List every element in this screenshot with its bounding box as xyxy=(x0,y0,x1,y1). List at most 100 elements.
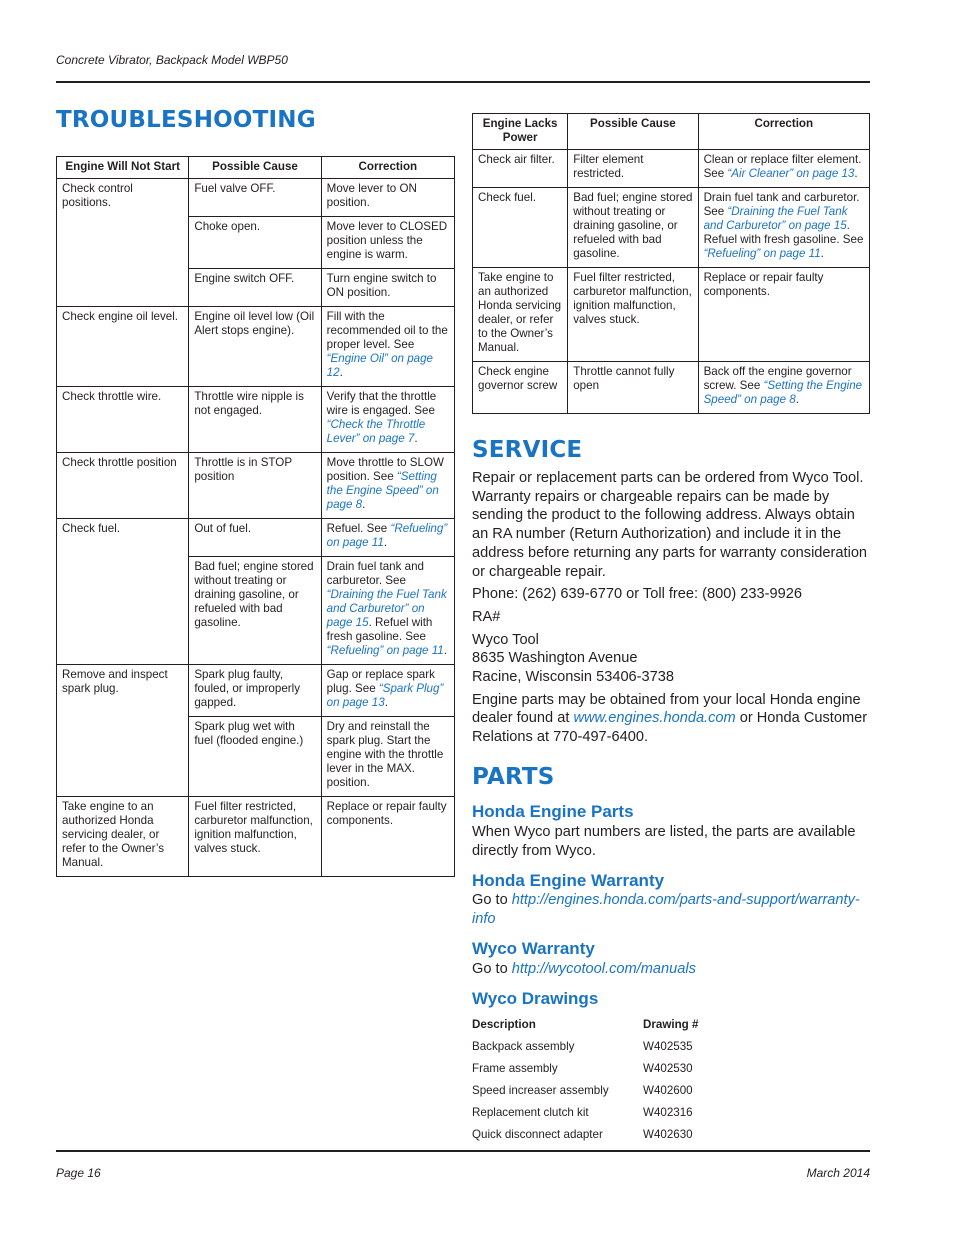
correction-cell: Verify that the throttle wire is engaged… xyxy=(320,386,456,453)
correction-text: . xyxy=(414,432,418,445)
cross-reference-link[interactable]: “Air Cleaner” on page 13 xyxy=(727,167,854,180)
cause-cell: Fuel valve OFF. xyxy=(188,178,322,217)
cause-cell: Out of fuel. xyxy=(188,518,322,557)
table-row: Remove and inspect spark plug. Spark plu… xyxy=(55,664,456,797)
service-honda-dealer: Engine parts may be obtained from your l… xyxy=(472,691,872,747)
service-address: Wyco Tool 8635 Washington Avenue Racine,… xyxy=(472,631,872,687)
correction-text: . xyxy=(820,247,824,260)
troubleshooting-heading: TROUBLESHOOTING xyxy=(56,107,316,133)
column-header: Engine Lacks Power xyxy=(471,113,569,150)
cause-cell: Spark plug wet with fuel (flooded engine… xyxy=(188,716,322,797)
honda-engine-parts-heading: Honda Engine Parts xyxy=(472,802,634,821)
column-header: Possible Cause xyxy=(188,156,322,179)
cross-reference-link[interactable]: “Refueling” on page 11 xyxy=(704,247,821,260)
table-header-row: Engine Lacks Power Possible Cause Correc… xyxy=(471,113,871,150)
cause-cell: Throttle cannot fully open xyxy=(567,361,699,414)
cause-cell: Filter element restricted. xyxy=(567,149,699,188)
cause-cell: Fuel filter restricted, carburetor malfu… xyxy=(567,267,699,362)
correction-cell: Clean or replace filter element. See “Ai… xyxy=(697,149,871,188)
correction-text: . xyxy=(383,536,388,549)
check-cell: Check fuel. xyxy=(471,187,569,268)
cross-reference-link[interactable]: “Check the Throttle Lever” on page 7 xyxy=(327,418,426,445)
cause-cell: Bad fuel; engine stored without treating… xyxy=(567,187,699,268)
address-line: Wyco Tool xyxy=(472,631,539,648)
drawing-description: Speed increaser assembly xyxy=(472,1083,609,1097)
table-row: Check control positions. Fuel valve OFF.… xyxy=(55,178,456,307)
drawing-description: Frame assembly xyxy=(472,1061,558,1075)
table-row: Check air filter. Filter element restric… xyxy=(471,149,871,188)
table-row: Take engine to an authorized Honda servi… xyxy=(471,267,871,362)
address-line: 8635 Washington Avenue xyxy=(472,650,638,667)
cause-cell: Throttle wire nipple is not engaged. xyxy=(188,386,322,453)
honda-website-link[interactable]: www.engines.honda.com xyxy=(573,710,735,726)
cause-cell: Engine switch OFF. xyxy=(188,268,322,307)
wyco-drawings-table: Description Drawing # Backpack assembly W… xyxy=(472,1013,698,1145)
page-number: Page 16 xyxy=(56,1166,101,1180)
correction-cell: Move lever to CLOSED position unless the… xyxy=(320,216,456,269)
parts-heading: PARTS xyxy=(472,764,555,790)
correction-text: Drain fuel tank and carburetor. See xyxy=(326,560,424,587)
table-row: Check engine oil level. Engine oil level… xyxy=(55,306,456,387)
publication-date: March 2014 xyxy=(806,1166,870,1180)
correction-cell: Turn engine switch to ON position. xyxy=(320,268,456,307)
drawing-description: Replacement clutch kit xyxy=(472,1105,589,1119)
column-header: Drawing # xyxy=(643,1017,699,1031)
correction-cell: Dry and reinstall the spark plug. Start … xyxy=(320,716,456,797)
cross-reference-link[interactable]: “Refueling” on page 11 xyxy=(327,644,444,657)
service-body: Repair or replacement parts can be order… xyxy=(472,469,872,747)
drawing-number: W402316 xyxy=(643,1105,693,1119)
check-cell: Check throttle position xyxy=(55,452,190,519)
engine-will-not-start-table: Engine Will Not Start Possible Cause Cor… xyxy=(55,156,456,877)
check-cell: Remove and inspect spark plug. xyxy=(55,664,190,797)
check-cell: Check control positions. xyxy=(55,178,190,307)
footer-divider xyxy=(56,1150,870,1152)
check-cell: Take engine to an authorized Honda servi… xyxy=(55,796,190,877)
cause-cell: Throttle is in STOP position xyxy=(188,452,322,519)
check-cell: Check throttle wire. xyxy=(55,386,190,453)
running-header-title: Concrete Vibrator, Backpack Model WBP50 xyxy=(56,53,288,67)
correction-text: . xyxy=(384,696,388,709)
table-row: Speed increaser assembly W402600 xyxy=(472,1079,698,1101)
check-cell: Check engine oil level. xyxy=(55,306,190,387)
correction-cell: Gap or replace spark plug. See “Spark Pl… xyxy=(320,664,456,717)
correction-text: . xyxy=(362,498,366,511)
drawing-number: W402530 xyxy=(643,1061,693,1075)
table-header-row: Engine Will Not Start Possible Cause Cor… xyxy=(55,156,456,179)
drawing-description: Backpack assembly xyxy=(472,1039,575,1053)
table-row: Check throttle position Throttle is in S… xyxy=(55,452,456,519)
correction-text: . xyxy=(443,644,447,657)
correction-cell: Refuel. See “Refueling” on page 11. xyxy=(320,518,456,557)
correction-cell: Drain fuel tank and carburetor. See “Dra… xyxy=(697,187,871,268)
drawing-description: Quick disconnect adapter xyxy=(472,1127,603,1141)
column-header: Description xyxy=(472,1017,536,1031)
check-cell: Check engine governor screw xyxy=(471,361,569,414)
correction-text: Fill with the recommended oil to the pro… xyxy=(326,310,448,351)
correction-text: . xyxy=(854,167,858,180)
honda-engine-warranty-heading: Honda Engine Warranty xyxy=(472,871,665,890)
wyco-manuals-link[interactable]: http://wycotool.com/manuals xyxy=(512,961,696,977)
service-ra-number: RA# xyxy=(472,608,501,625)
correction-text: Verify that the throttle wire is engaged… xyxy=(326,390,437,417)
service-heading: SERVICE xyxy=(472,437,583,463)
table-row: Backpack assembly W402535 xyxy=(472,1035,698,1057)
column-header: Engine Will Not Start xyxy=(55,156,190,179)
correction-cell: Drain fuel tank and carburetor. See “Dra… xyxy=(320,556,456,665)
service-intro: Repair or replacement parts can be order… xyxy=(472,470,868,580)
drawing-number: W402535 xyxy=(643,1039,693,1053)
correction-cell: Fill with the recommended oil to the pro… xyxy=(320,306,456,387)
table-row: Check fuel. Out of fuel. Refuel. See “Re… xyxy=(55,518,456,665)
engine-lacks-power-table: Engine Lacks Power Possible Cause Correc… xyxy=(471,113,871,414)
table-row: Quick disconnect adapter W402630 xyxy=(472,1123,698,1145)
table-row: Replacement clutch kit W402316 xyxy=(472,1101,698,1123)
check-cell: Take engine to an authorized Honda servi… xyxy=(471,267,569,362)
column-header: Possible Cause xyxy=(567,113,699,150)
honda-warranty-link[interactable]: http://engines.honda.com/parts-and-suppo… xyxy=(472,892,860,927)
service-phone: Phone: (262) 639-6770 or Toll free: (800… xyxy=(472,586,802,603)
wyco-drawings-heading: Wyco Drawings xyxy=(472,989,599,1008)
correction-text: . xyxy=(339,366,343,379)
honda-engine-warranty-text: Go to http://engines.honda.com/parts-and… xyxy=(472,891,872,928)
header-divider xyxy=(56,81,870,83)
table-row: Frame assembly W402530 xyxy=(472,1057,698,1079)
correction-cell: Move throttle to SLOW position. See “Set… xyxy=(320,452,456,519)
cause-cell: Spark plug faulty, fouled, or improperly… xyxy=(188,664,322,717)
